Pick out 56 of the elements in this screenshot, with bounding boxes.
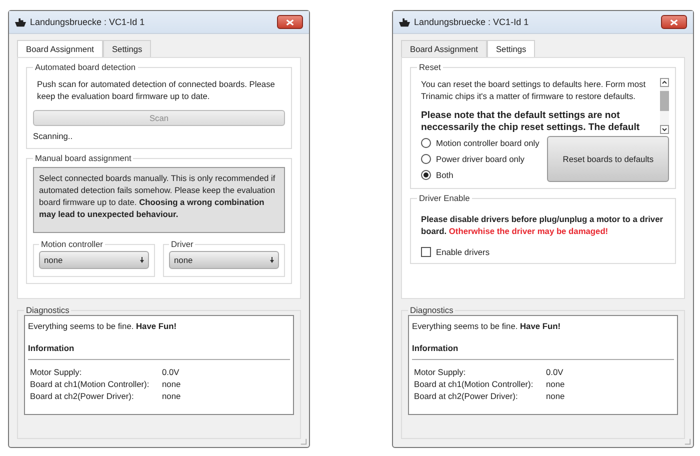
group-title: Automated board detection <box>34 62 137 72</box>
close-icon <box>286 18 294 26</box>
info-label: Board at ch2(Power Driver): <box>30 390 135 402</box>
info-label: Board at ch1(Motion Controller): <box>30 378 150 390</box>
info-label: Board at ch2(Power Driver): <box>414 390 519 402</box>
info-value: none <box>162 390 181 402</box>
description-text: Push scan for automated detection of connected boards. Please keep the evaluation board firmware up to date. <box>36 78 276 103</box>
scroll-up-icon <box>660 78 669 87</box>
close-button[interactable] <box>661 15 687 29</box>
status-text: Scanning.. <box>33 130 74 142</box>
reset-button[interactable]: Reset boards to defaults <box>547 136 669 182</box>
radio-option[interactable]: Power driver board only <box>421 154 540 164</box>
group-title: Reset <box>418 62 442 72</box>
dropdown[interactable]: none <box>169 251 279 269</box>
warning-text: Please disable drivers before plug/unplug a motor to a driver board. Otherwhise the driver may be damaged! <box>421 213 664 237</box>
ship-icon <box>399 18 410 26</box>
resize-grip-icon <box>684 438 691 445</box>
close-button[interactable] <box>277 15 303 29</box>
info-text: You can reset the board settings to defaults here. Form most Trinamic chips it's a matter of firmware to restore defaults. <box>421 78 647 102</box>
tab[interactable]: Board Assignment <box>401 40 487 57</box>
info-heading: Information <box>412 343 460 353</box>
status-message: Everything seems to be fine. Have Fun! <box>28 320 178 332</box>
group-title: Diagnostics <box>409 305 454 315</box>
tab[interactable]: Settings <box>102 40 152 57</box>
group-title: Motion controller <box>40 239 104 249</box>
close-icon <box>670 18 678 26</box>
group-title: Driver Enable <box>418 193 471 203</box>
info-value: 0.0V <box>546 366 564 378</box>
window-title: Landungsbruecke : VC1-Id 1 <box>30 17 146 27</box>
info-label: Motor Supply: <box>30 366 83 378</box>
caret-icon <box>140 257 144 263</box>
window-title: Landungsbruecke : VC1-Id 1 <box>414 17 530 27</box>
note-text: Please note that the default settings are not neccessarily the chip reset settings. The default <box>421 110 641 134</box>
info-label: Board at ch1(Motion Controller): <box>414 378 534 390</box>
tab[interactable]: Settings <box>486 40 536 57</box>
resize-grip-icon <box>300 438 307 445</box>
ship-icon <box>15 18 26 26</box>
scroll-down-icon <box>660 125 669 134</box>
info-label: Motor Supply: <box>414 366 467 378</box>
status-message: Everything seems to be fine. Have Fun! <box>412 320 562 332</box>
note-text: Select connected boards manually. This is only recommended if automated detection fails somehow. Please keep the evaluation board firmware up to date. Choosing a wrong combination may lead to unexpected behaviour. <box>33 167 285 233</box>
group-title: Driver <box>170 239 194 249</box>
info-value: none <box>162 378 181 390</box>
info-heading: Information <box>28 343 76 353</box>
info-value: none <box>546 390 565 402</box>
radio-option[interactable]: Both <box>421 170 540 180</box>
dropdown[interactable]: none <box>39 251 149 269</box>
info-value: none <box>546 378 565 390</box>
radio-option[interactable]: Motion controller board only <box>421 138 540 148</box>
caret-icon <box>270 257 274 263</box>
scrollbar[interactable] <box>660 78 669 134</box>
info-value: 0.0V <box>162 366 180 378</box>
tab[interactable]: Board Assignment <box>17 40 103 57</box>
group-title: Diagnostics <box>25 305 70 315</box>
checkbox-option[interactable]: Enable drivers <box>417 247 669 257</box>
group-title: Manual board assignment <box>34 153 132 163</box>
